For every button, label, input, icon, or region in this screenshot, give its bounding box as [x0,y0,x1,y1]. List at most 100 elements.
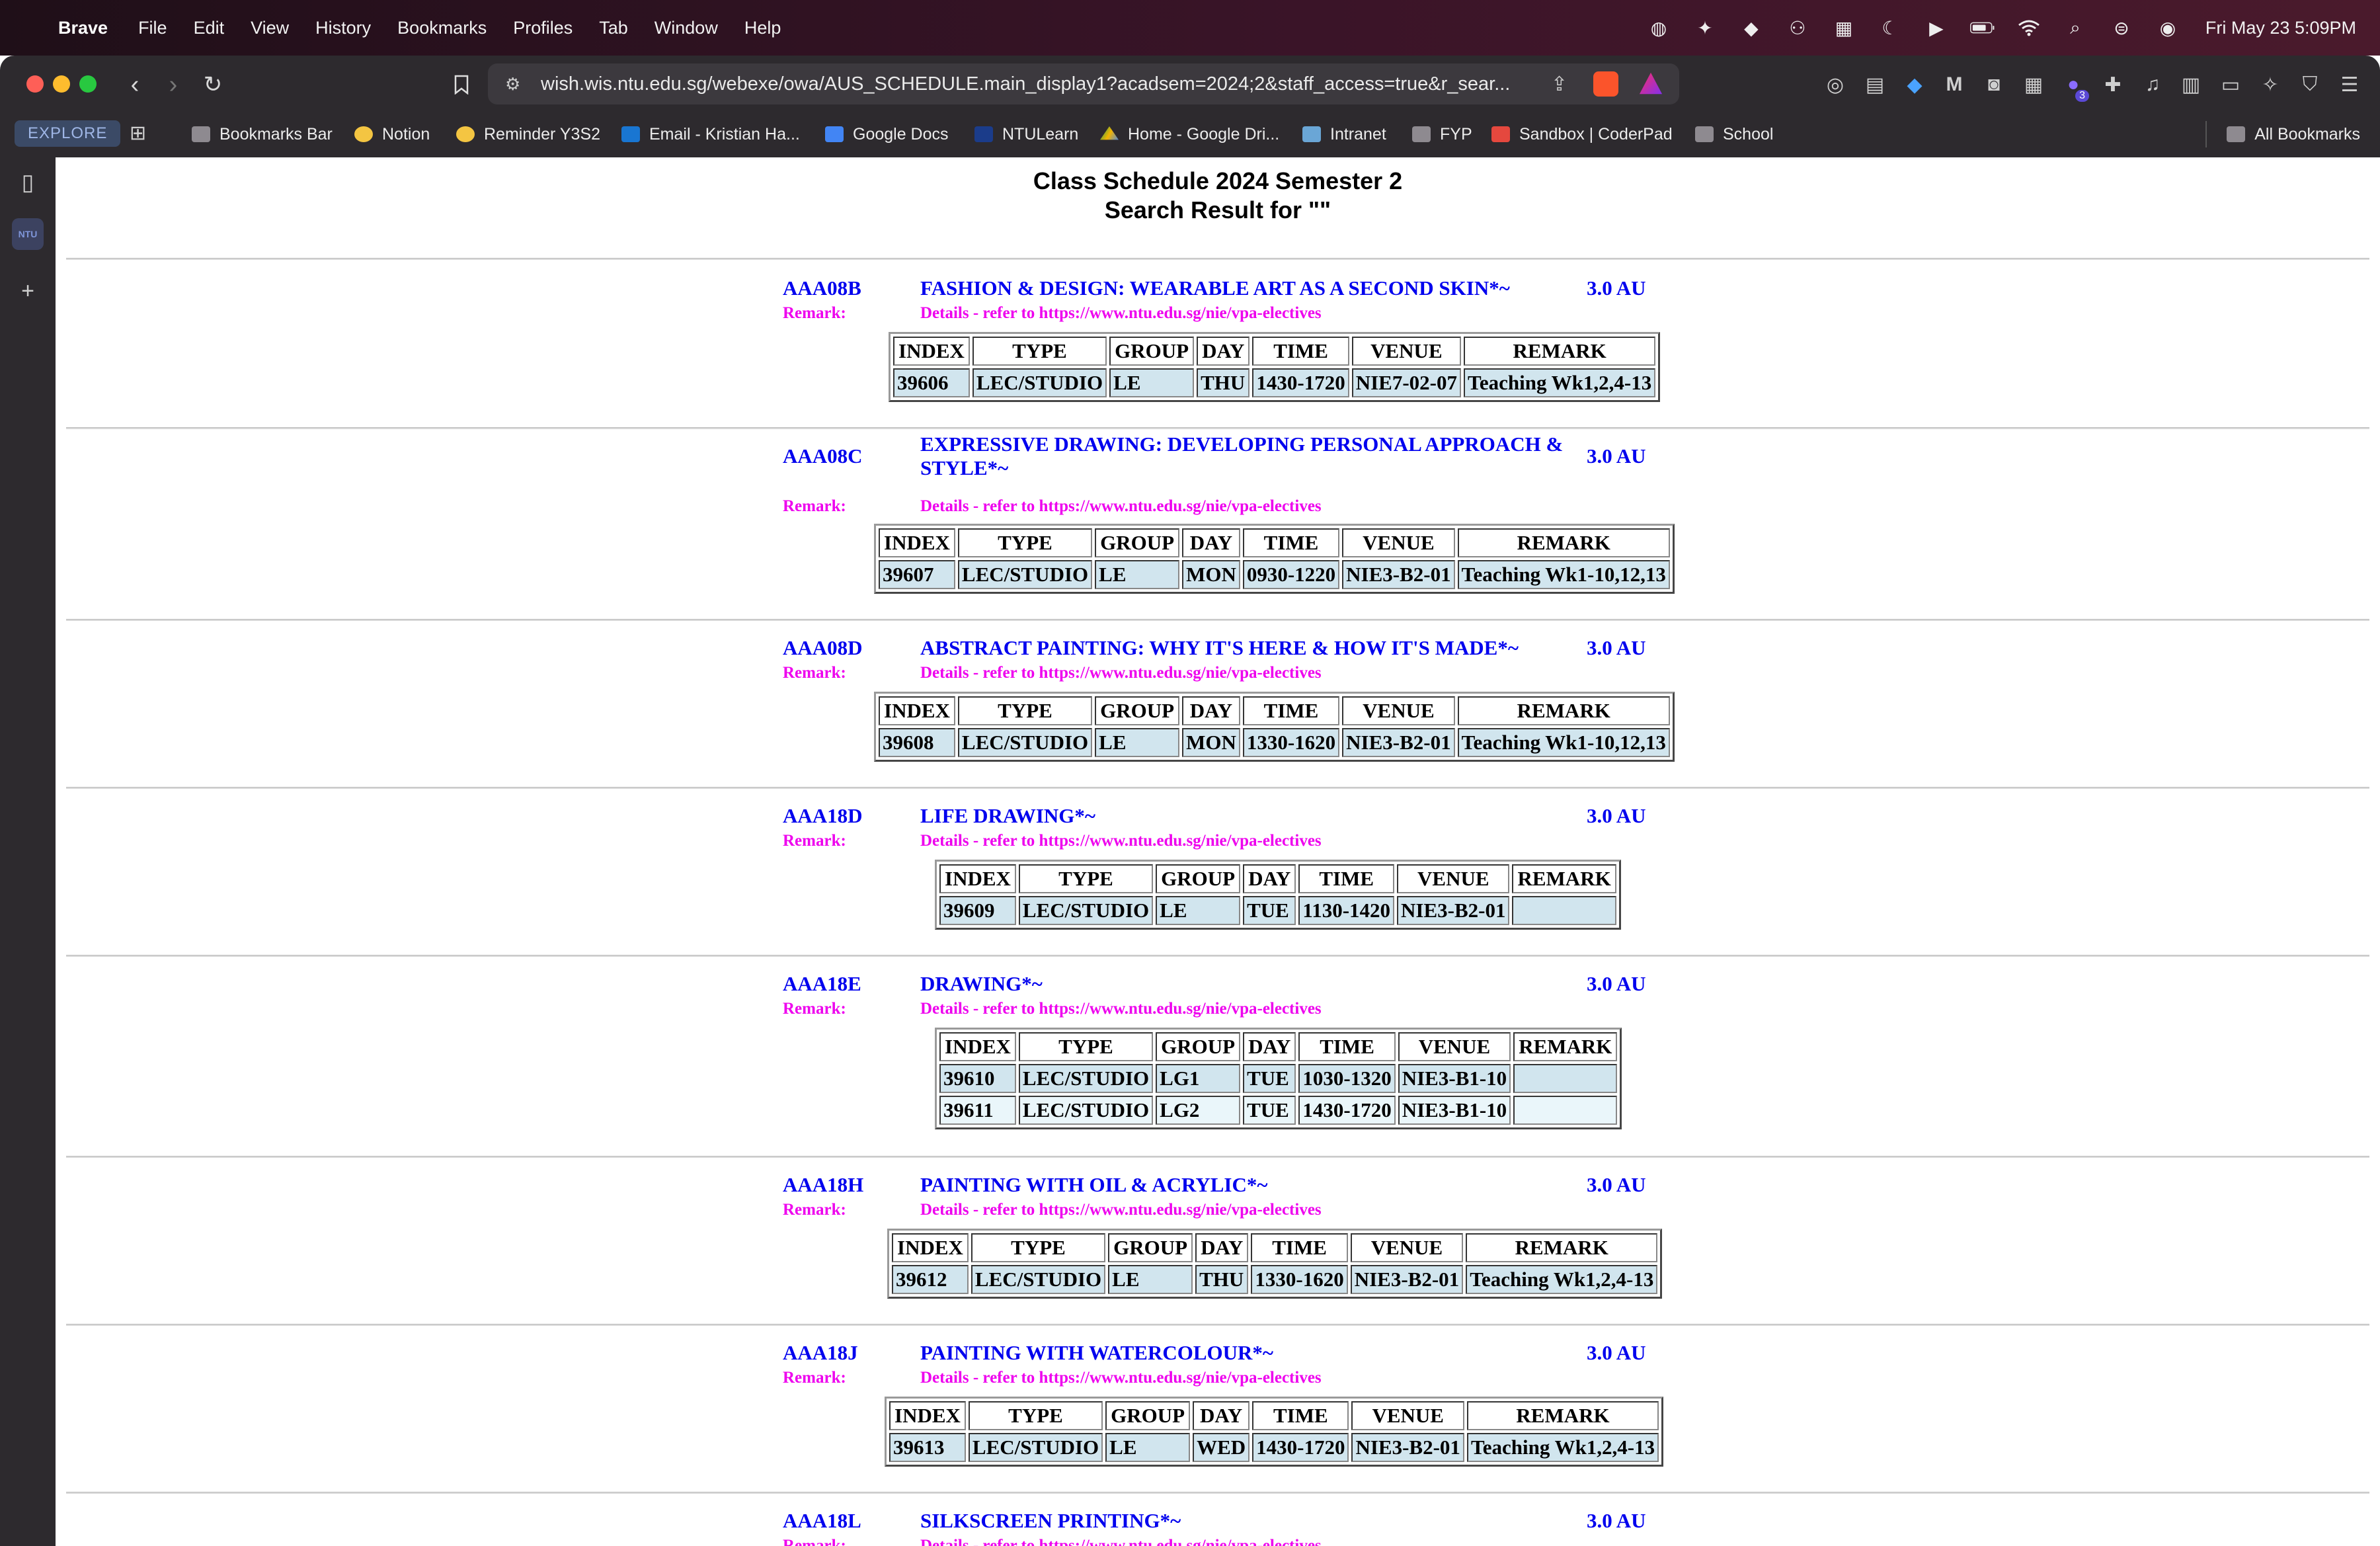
extension-badge-icon[interactable]: ● 3 [2060,71,2089,102]
all-bookmarks-button[interactable]: All Bookmarks [2205,114,2360,155]
bookmark-fyp[interactable]: FYP [1412,114,1472,155]
column-header-venue: VENUE [1342,696,1455,725]
zoom-window-button[interactable] [79,75,97,93]
site-settings-icon[interactable]: ⚙ [505,74,525,94]
remark-label: Remark: [783,1000,846,1018]
ntu-tab-favicon[interactable]: NTU [12,218,44,250]
menu-help[interactable]: Help [744,18,781,38]
table-cell-remark: Teaching Wk1,2,4-13 [1466,1433,1659,1462]
explore-button[interactable]: EXPLORE [15,120,121,147]
main-menu-icon[interactable]: ☰ [2336,71,2363,98]
bookmark-page-icon[interactable] [447,70,476,99]
play-circle-icon[interactable]: ▶ [1924,17,1949,39]
bookmark-notion[interactable]: Notion [354,114,430,155]
column-header-group: GROUP [1156,864,1241,893]
people-status-icon[interactable]: ⚇ [1785,17,1810,39]
table-cell-group: LG2 [1156,1096,1241,1125]
bookmark-email[interactable]: Email - Kristian Ha... [621,114,800,155]
extension-glasses-icon[interactable]: ◎ [1822,71,1848,98]
media-music-icon[interactable]: ♫ [2139,71,2166,98]
menu-bookmarks[interactable]: Bookmarks [397,18,487,38]
column-header-time: TIME [1252,337,1349,366]
bookmark-school[interactable]: School [1695,114,1773,155]
new-tab-plus-icon[interactable]: + [12,275,44,307]
bookmark-ntulearn[interactable]: NTULearn [974,114,1078,155]
intranet-icon [1302,126,1321,142]
globe-status-icon[interactable]: ◍ [1646,17,1671,39]
course-code: AAA08D [783,636,863,659]
forward-arrow-icon[interactable]: › [159,70,188,99]
sidebar-toggle-icon[interactable]: ▥ [2178,71,2204,98]
table-cell-index: 39609 [939,896,1016,925]
share-icon[interactable]: ⇪ [1551,73,1573,95]
spotlight-search-icon[interactable]: ⌕ [2063,17,2088,39]
cursor-status-icon[interactable]: ✦ [1692,17,1718,39]
back-arrow-icon[interactable]: ‹ [120,70,149,99]
column-header-venue: VENUE [1397,864,1510,893]
elephant-status-icon[interactable]: ◆ [1739,17,1764,39]
menu-profiles[interactable]: Profiles [513,18,573,38]
schedule-table: INDEX TYPE GROUP DAY TIME VENUE REMARK 39609 LEC… [935,860,1621,930]
menu-view[interactable]: View [251,18,289,38]
column-header-group: GROUP [1108,1233,1193,1262]
bookmark-google-docs[interactable]: Google Docs [825,114,949,155]
bookmark-google-drive[interactable]: Home - Google Dri... [1100,114,1279,155]
table-cell-time: 0930-1220 [1242,560,1340,589]
extension-calculator-icon[interactable]: ▦ [2020,71,2047,98]
brave-rewards-icon[interactable] [1639,72,1663,95]
brave-shields-icon[interactable] [1593,71,1618,97]
extensions-puzzle-icon[interactable]: ✚ [2100,71,2126,98]
bookmark-coderpad[interactable]: Sandbox | CoderPad [1491,114,1673,155]
bookmark-bookmarks-bar[interactable]: Bookmarks Bar [192,114,333,155]
minimize-window-button[interactable] [53,75,70,93]
bookmark-intranet[interactable]: Intranet [1302,114,1386,155]
table-row: 39606 LEC/STUDIO LE THU 1430-1720 NIE7-02-07 T… [893,368,1656,397]
extension-m-icon[interactable]: M [1941,71,1967,98]
menu-edit[interactable]: Edit [194,18,225,38]
table-cell-group: LG1 [1156,1064,1241,1093]
wifi-icon[interactable] [2016,17,2042,39]
extension-diamond-icon[interactable]: ◆ [1901,71,1928,98]
sidebar-panel-icon[interactable]: ▯ [12,167,44,198]
address-bar[interactable]: ⚙ wish.wis.ntu.edu.sg/webexe/owa/AUS_SCH… [488,63,1679,104]
leo-ai-icon[interactable]: ✧ [2257,71,2283,98]
menu-window[interactable]: Window [654,18,718,38]
column-header-index: INDEX [889,1401,966,1430]
table-cell-remark [1512,896,1616,925]
column-header-type: TYPE [972,337,1107,366]
table-cell-index: 39611 [939,1096,1016,1125]
column-header-index: INDEX [939,1032,1016,1061]
course-au: 3.0 AU [1587,972,1646,995]
table-cell-group: LE [1109,368,1195,397]
folder-icon [2227,126,2246,142]
control-center-icon[interactable]: ⊜ [2109,17,2134,39]
vpn-shield-icon[interactable]: ⛉ [2297,71,2323,98]
column-header-day: DAY [1193,1401,1250,1430]
table-cell-day: MON [1182,728,1240,757]
menubar-clock[interactable]: Fri May 23 5:09PM [2205,18,2356,38]
wallet-icon[interactable]: ▭ [2217,71,2244,98]
extension-files-icon[interactable]: ▤ [1862,71,1888,98]
moon-icon[interactable]: ☾ [1878,17,1903,39]
macos-menubar: Brave File Edit View History Bookmarks P… [0,0,2380,56]
extension-camera-icon[interactable]: ◙ [1981,71,2007,98]
remark-text: Details - refer to https://www.ntu.edu.s… [920,1537,1322,1546]
app-menu-brave[interactable]: Brave [58,18,108,38]
menu-file[interactable]: File [138,18,167,38]
battery-icon[interactable] [1969,17,1995,39]
table-cell-time: 1430-1720 [1252,368,1349,397]
siri-icon[interactable]: ◉ [2155,17,2180,39]
table-cell-time: 1330-1620 [1251,1265,1348,1294]
keyboard-status-icon[interactable]: ▦ [1831,17,1856,39]
bookmark-reminder[interactable]: Reminder Y3S2 [456,114,600,155]
menu-history[interactable]: History [315,18,371,38]
menu-tab[interactable]: Tab [599,18,628,38]
close-window-button[interactable] [26,75,44,93]
apps-grid-icon[interactable]: ⊞ [130,122,153,145]
remark-label: Remark: [783,497,846,515]
table-cell-type: LEC/STUDIO [957,728,1093,757]
url-text[interactable]: wish.wis.ntu.edu.sg/webexe/owa/AUS_SCHED… [541,73,1552,95]
reload-icon[interactable]: ↻ [198,70,227,99]
column-header-index: INDEX [892,1233,969,1262]
schedule-table: INDEX TYPE GROUP DAY TIME VENUE REMARK 39610 LEC… [935,1028,1622,1129]
